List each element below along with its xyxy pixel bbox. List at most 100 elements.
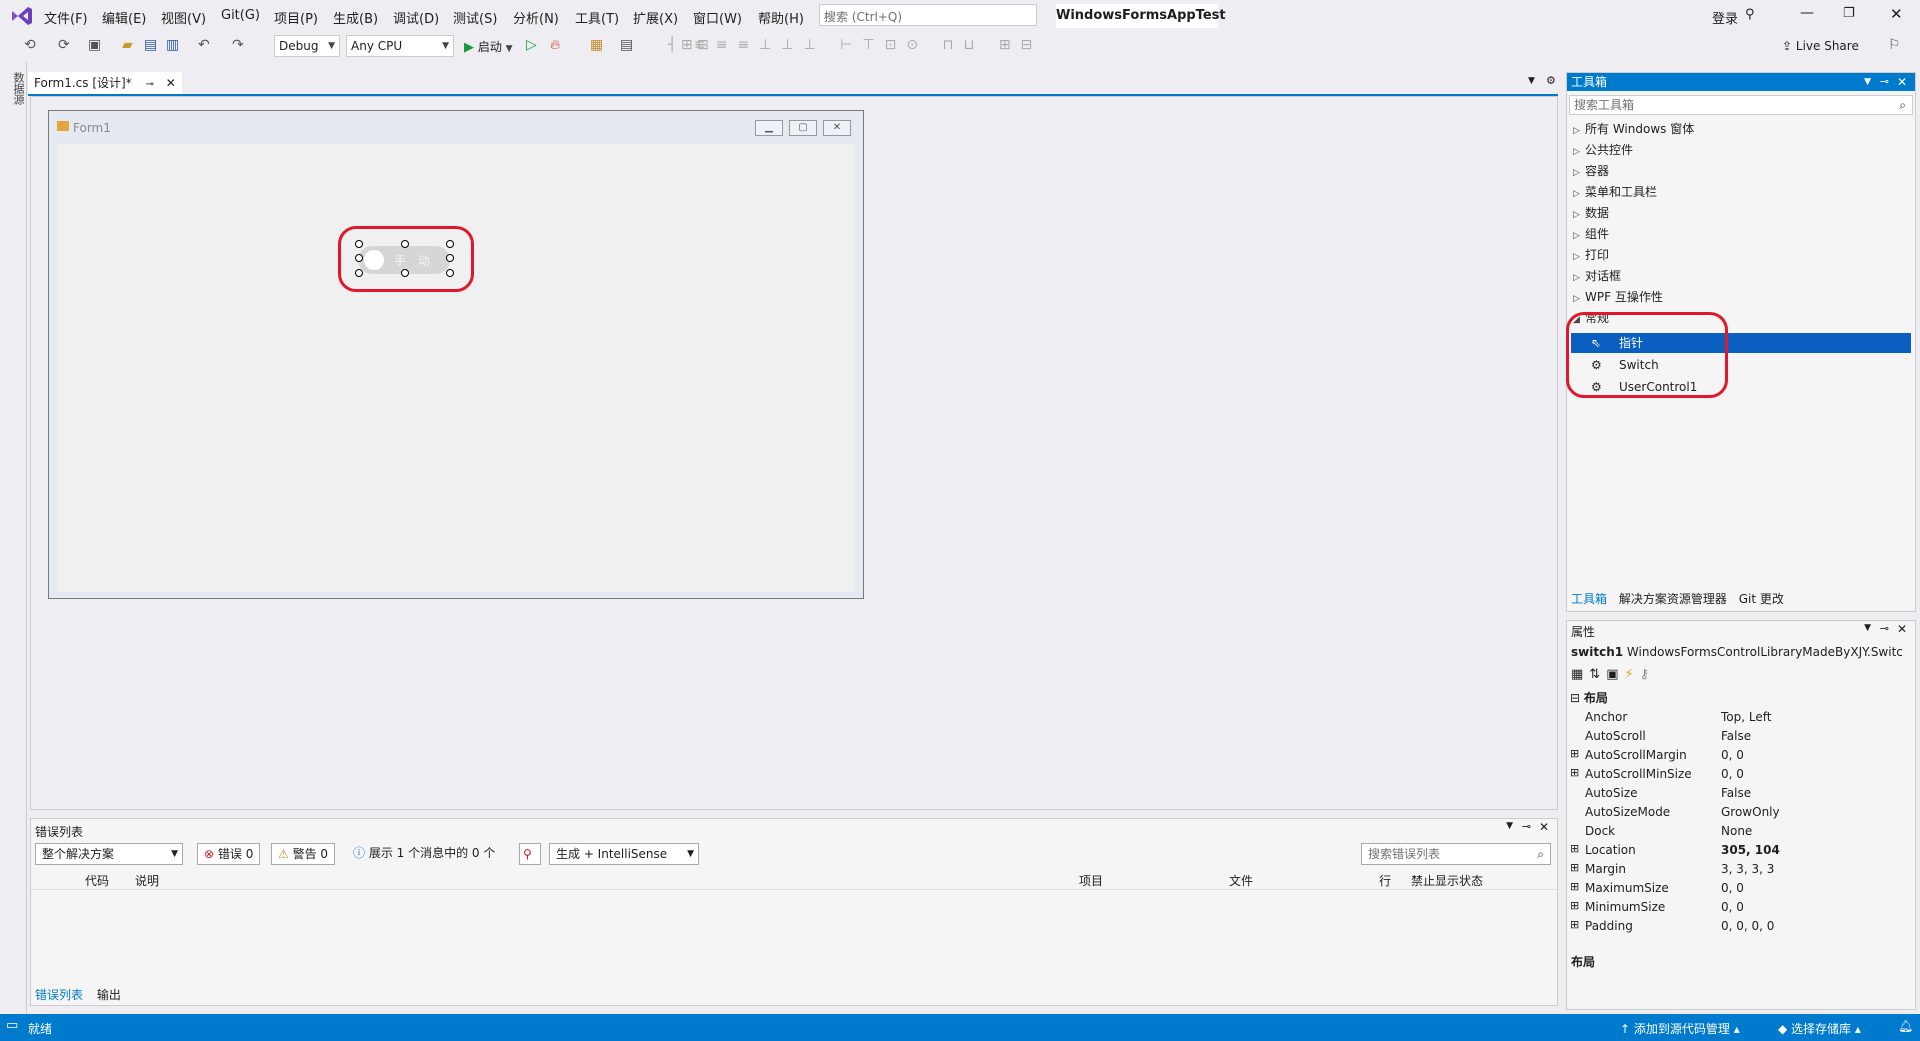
start-without-debugging-icon[interactable]: ▷ bbox=[526, 37, 537, 53]
categorized-icon[interactable]: ▦ bbox=[1571, 667, 1589, 682]
resize-handle[interactable] bbox=[446, 240, 454, 248]
tab-git-changes[interactable]: Git 更改 bbox=[1739, 592, 1784, 606]
close-icon[interactable]: ✕ bbox=[1539, 820, 1549, 834]
warnings-filter-button[interactable]: ⚠ 警告 0 bbox=[271, 843, 336, 865]
redo-icon[interactable]: ↷ bbox=[232, 37, 244, 53]
menu-project[interactable]: 项目(P) bbox=[274, 8, 318, 27]
property-row[interactable]: ⊞ AutoScrollMinSize 0, 0 bbox=[1567, 765, 1903, 784]
toolbox-category-dialogs[interactable]: ▷ 对话框 bbox=[1573, 267, 1621, 284]
layout-icon[interactable]: ▤ bbox=[620, 37, 633, 53]
property-value[interactable]: 0, 0 bbox=[1721, 767, 1744, 781]
feedback-icon[interactable]: ⚐ bbox=[1888, 37, 1901, 53]
menu-extensions[interactable]: 扩展(X) bbox=[633, 8, 678, 27]
live-share-button[interactable]: ⇪ Live Share bbox=[1782, 39, 1859, 53]
tab-solution-explorer[interactable]: 解决方案资源管理器 bbox=[1619, 592, 1727, 606]
column-line[interactable]: 行 bbox=[1379, 872, 1391, 889]
column-project[interactable]: 项目 bbox=[1079, 872, 1103, 889]
login-link[interactable]: 登录 bbox=[1712, 8, 1738, 27]
add-to-source-control-button[interactable]: ↑ 添加到源代码管理 ▴ bbox=[1620, 1020, 1740, 1037]
tab-form1-designer[interactable]: Form1.cs [设计]* ⊸ ✕ bbox=[28, 72, 182, 94]
menu-view[interactable]: 视图(V) bbox=[161, 8, 206, 27]
menu-file[interactable]: 文件(F) bbox=[44, 8, 88, 27]
chevron-down-icon[interactable]: ▼ bbox=[1506, 821, 1513, 831]
chevron-down-icon[interactable]: ▼ bbox=[1528, 76, 1535, 86]
toolbox-category-data[interactable]: ▷ 数据 bbox=[1573, 204, 1609, 221]
forward-icon[interactable]: ⟳ bbox=[58, 37, 70, 53]
properties-icon[interactable]: ▣ bbox=[1606, 667, 1624, 682]
alphabetical-icon[interactable]: ⇅ bbox=[1589, 667, 1606, 682]
expand-icon[interactable]: ⊞ bbox=[1570, 766, 1579, 779]
start-button[interactable]: ▶ 启动 ▼ bbox=[464, 38, 513, 55]
browse-icon[interactable]: ▦ bbox=[590, 37, 603, 53]
gear-icon[interactable]: ⚙ bbox=[1546, 74, 1556, 87]
property-row[interactable]: AutoSizeMode GrowOnly bbox=[1567, 803, 1903, 822]
tab-error-list[interactable]: 错误列表 bbox=[35, 988, 83, 1002]
expand-icon[interactable]: ⊞ bbox=[1570, 842, 1579, 855]
back-icon[interactable]: ⟲ bbox=[24, 37, 36, 53]
expand-icon[interactable]: ⊞ bbox=[1570, 747, 1579, 760]
error-search-input[interactable]: 搜索错误列表 ⌕ bbox=[1361, 843, 1551, 865]
expand-icon[interactable]: ⊞ bbox=[1570, 861, 1579, 874]
property-row[interactable]: ⊞ AutoScrollMargin 0, 0 bbox=[1567, 746, 1903, 765]
property-row[interactable]: AutoSize False bbox=[1567, 784, 1903, 803]
menu-window[interactable]: 窗口(W) bbox=[693, 8, 742, 27]
property-row[interactable]: ⊞ MaximumSize 0, 0 bbox=[1567, 879, 1903, 898]
property-value[interactable]: GrowOnly bbox=[1721, 805, 1780, 819]
column-file[interactable]: 文件 bbox=[1229, 872, 1253, 889]
messages-filter-button[interactable]: ⓘ 展示 1 个消息中的 0 个 bbox=[347, 843, 501, 865]
toolbox-category-menus-toolbars[interactable]: ▷ 菜单和工具栏 bbox=[1573, 183, 1657, 200]
property-value[interactable]: 0, 0 bbox=[1721, 881, 1744, 895]
pin-icon[interactable]: ⊸ bbox=[1880, 622, 1889, 635]
tab-toolbox[interactable]: 工具箱 bbox=[1571, 592, 1607, 606]
menu-analyze[interactable]: 分析(N) bbox=[513, 8, 559, 27]
search-input[interactable]: 搜索 (Ctrl+Q) ⌕ bbox=[819, 4, 1037, 26]
build-filter-dropdown[interactable]: 生成 + IntelliSense ▼ bbox=[549, 843, 699, 865]
property-pages-icon[interactable]: ⚷ bbox=[1640, 667, 1656, 682]
chevron-down-icon[interactable]: ▼ bbox=[1864, 73, 1871, 91]
expand-icon[interactable]: ⊞ bbox=[1570, 880, 1579, 893]
data-sources-tab[interactable]: 数据源 bbox=[10, 72, 26, 105]
undo-icon[interactable]: ↶ bbox=[198, 37, 210, 53]
form1-window[interactable]: Form1 ▁ ▢ ✕ bbox=[48, 110, 864, 599]
notifications-icon[interactable]: 🔔︎ bbox=[1898, 1019, 1913, 1033]
property-value[interactable]: 3, 3, 3, 3 bbox=[1721, 862, 1774, 876]
menu-build[interactable]: 生成(B) bbox=[333, 8, 378, 27]
save-icon[interactable]: ▤ bbox=[144, 37, 157, 53]
menu-tools[interactable]: 工具(T) bbox=[575, 8, 619, 27]
property-row[interactable]: Dock None bbox=[1567, 822, 1903, 841]
visual-studio-logo[interactable] bbox=[10, 5, 34, 27]
property-value[interactable]: 0, 0, 0, 0 bbox=[1721, 919, 1774, 933]
pin-icon[interactable]: ⊸ bbox=[1880, 73, 1889, 91]
property-value[interactable]: 305, 104 bbox=[1721, 843, 1780, 857]
close-tab-icon[interactable]: ✕ bbox=[166, 76, 176, 90]
errors-filter-button[interactable]: ⊗ 错误 0 bbox=[197, 843, 261, 865]
property-row[interactable]: ⊞ MinimumSize 0, 0 bbox=[1567, 898, 1903, 917]
category-layout[interactable]: ⊟ 布局 bbox=[1570, 689, 1608, 706]
property-row[interactable]: ⊞ Location 305, 104 bbox=[1567, 841, 1903, 860]
property-row[interactable]: AutoScroll False bbox=[1567, 727, 1903, 746]
property-value[interactable]: 0, 0 bbox=[1721, 748, 1744, 762]
column-code[interactable]: 代码 bbox=[85, 872, 109, 889]
menu-git[interactable]: Git(G) bbox=[221, 8, 260, 23]
menu-debug[interactable]: 调试(D) bbox=[393, 8, 439, 27]
toolbox-category-components[interactable]: ▷ 组件 bbox=[1573, 225, 1609, 242]
property-value[interactable]: None bbox=[1721, 824, 1752, 838]
filter-icon[interactable]: ⚲ bbox=[519, 843, 541, 865]
select-repository-button[interactable]: ◆ 选择存储库 ▴ bbox=[1778, 1020, 1861, 1037]
property-value[interactable]: False bbox=[1721, 729, 1751, 743]
toolbox-category-common-controls[interactable]: ▷ 公共控件 bbox=[1573, 141, 1633, 158]
new-project-icon[interactable]: ▣ bbox=[88, 37, 101, 53]
pin-icon[interactable]: ⊸ bbox=[146, 79, 154, 90]
property-row[interactable]: ⊞ Margin 3, 3, 3, 3 bbox=[1567, 860, 1903, 879]
pin-icon[interactable]: ⊸ bbox=[1522, 820, 1531, 833]
events-icon[interactable]: ⚡ bbox=[1625, 667, 1640, 682]
close-icon[interactable]: ✕ bbox=[1897, 622, 1907, 636]
property-value[interactable]: False bbox=[1721, 786, 1751, 800]
expand-icon[interactable]: ⊞ bbox=[1570, 899, 1579, 912]
property-value[interactable]: Top, Left bbox=[1721, 710, 1771, 724]
toolbox-category-containers[interactable]: ▷ 容器 bbox=[1573, 162, 1609, 179]
resize-handle[interactable] bbox=[446, 254, 454, 262]
property-row[interactable]: Anchor Top, Left bbox=[1567, 708, 1903, 727]
menu-edit[interactable]: 编辑(E) bbox=[102, 8, 146, 27]
toolbox-category-wpf-interop[interactable]: ▷ WPF 互操作性 bbox=[1573, 288, 1663, 305]
